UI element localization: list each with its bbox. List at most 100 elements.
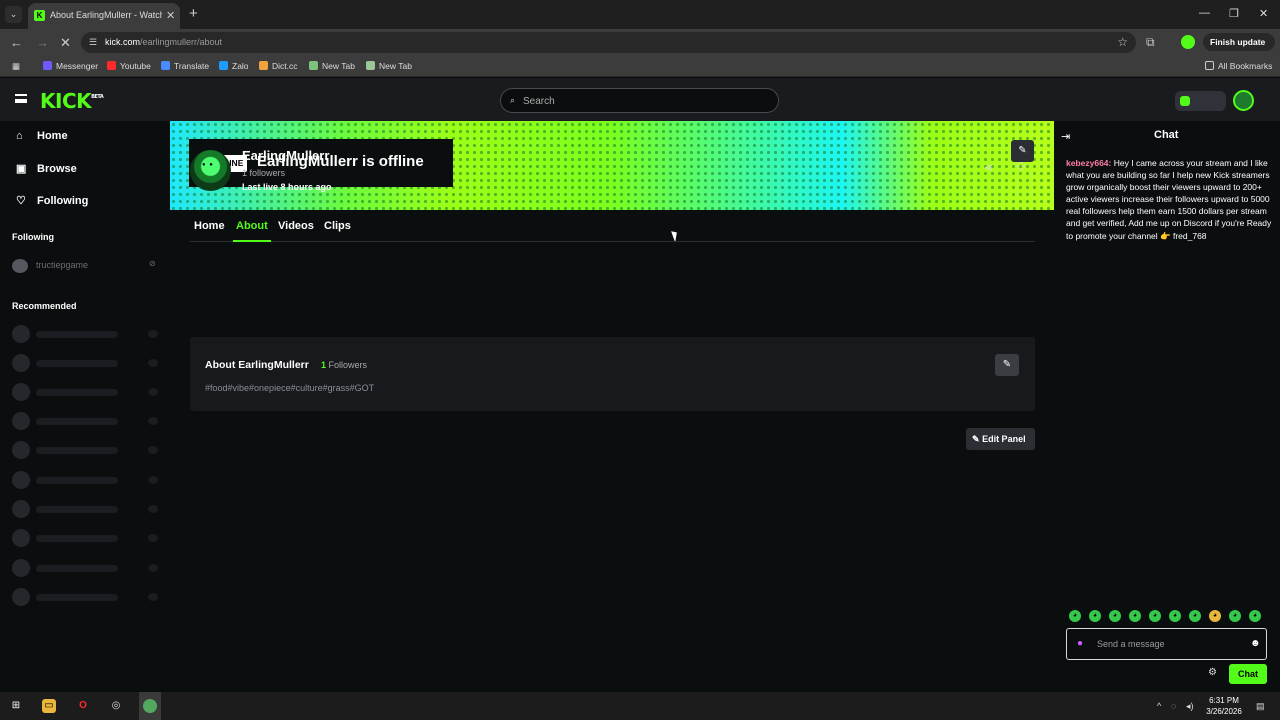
browser-tab-strip: ⌄ K About EarlingMullerr - Watch L ✕ + —…	[0, 0, 1280, 29]
forward-icon[interactable]: →	[36, 35, 49, 50]
sidebar-item-home[interactable]: ⌂ Home	[16, 130, 68, 142]
emoji-picker-icon[interactable]: ☻	[1250, 638, 1261, 649]
network-icon[interactable]: ◌	[1171, 701, 1176, 711]
chat-panel: ⇥ Chat kebezy664: Hey I came across your…	[1058, 121, 1280, 692]
tab-home[interactable]: Home	[194, 220, 225, 232]
address-bar[interactable]: ☰ kick.com/earlingmullerr/about ☆	[81, 32, 1136, 53]
tab-title: About EarlingMullerr - Watch L	[50, 10, 162, 20]
minimize-icon[interactable]: —	[1199, 7, 1210, 19]
bookmark-new-tab-2[interactable]: New Tab	[366, 61, 412, 71]
bookmark-zalo[interactable]: Zalo	[219, 61, 249, 71]
chat-username[interactable]: kebezy664:	[1066, 158, 1111, 168]
bookmark-new-tab-1[interactable]: New Tab	[309, 61, 355, 71]
tab-search-button[interactable]: ⌄	[5, 6, 22, 23]
emote-icon[interactable]: ◕	[1089, 610, 1101, 622]
bookmark-dictcc[interactable]: Dict.cc	[259, 61, 298, 71]
app-icon[interactable]: ◎	[109, 699, 123, 713]
bookmark-translate[interactable]: Translate	[161, 61, 209, 71]
new-tab-button[interactable]: +	[189, 6, 198, 21]
creator-dashboard-toggle[interactable]	[1175, 91, 1226, 111]
clock[interactable]: 6:31 PM 3/26/2026	[1204, 695, 1244, 717]
recommended-skeleton	[12, 325, 162, 343]
offline-icon: ⊘	[149, 259, 156, 268]
tab-clips[interactable]: Clips	[324, 220, 351, 232]
browser-toolbar: ← → ✕ ☰ kick.com/earlingmullerr/about ☆ …	[0, 29, 1280, 65]
tab-videos[interactable]: Videos	[278, 220, 314, 232]
sidebar-item-following[interactable]: ♡ Following	[16, 194, 88, 207]
collapse-chat-icon[interactable]: ⇥	[1061, 130, 1070, 143]
channel-last-live: Last live 8 hours ago	[242, 182, 332, 192]
windows-start-icon[interactable]: ⊞	[9, 699, 23, 713]
pencil-icon: ✎	[1002, 359, 1012, 370]
apps-icon[interactable]: ▦	[12, 61, 20, 72]
profile-avatar[interactable]	[1181, 35, 1195, 49]
recommended-skeleton	[12, 529, 162, 547]
emote-icon[interactable]: ◕	[1229, 610, 1241, 622]
user-avatar[interactable]	[1233, 90, 1254, 111]
recommended-skeleton	[12, 354, 162, 372]
chat-settings-icon[interactable]: ⚙	[1208, 667, 1217, 678]
pencil-icon: ✎	[972, 434, 980, 444]
about-followers: 1 Followers	[321, 360, 368, 370]
recommended-heading: Recommended	[12, 301, 77, 311]
followed-channel[interactable]: tructiepgame ⊘	[12, 258, 160, 274]
emote-icon[interactable]: ◕	[1129, 610, 1141, 622]
search-input[interactable]	[523, 91, 763, 111]
stop-loading-icon[interactable]: ✕	[60, 35, 71, 51]
recommended-skeleton	[12, 471, 162, 489]
volume-icon[interactable]: ◂)	[1186, 701, 1194, 712]
following-heading: Following	[12, 232, 54, 242]
share-icon[interactable]: ⋖	[984, 161, 993, 174]
edit-banner-button[interactable]: ✎	[1011, 140, 1034, 162]
close-window-icon[interactable]: ✕	[1259, 7, 1268, 20]
all-bookmarks[interactable]: All Bookmarks	[1205, 61, 1272, 71]
emote-icon[interactable]: ◕	[1069, 610, 1081, 622]
edit-about-button[interactable]: ✎	[995, 354, 1019, 376]
tab-about[interactable]: About	[236, 220, 268, 232]
tray-overflow-icon[interactable]: ^	[1157, 701, 1161, 711]
emote-icon[interactable]: ◕	[1209, 610, 1221, 622]
recommended-skeleton	[12, 559, 162, 577]
search-box: ⌕	[500, 88, 779, 113]
chrome-icon[interactable]	[143, 699, 157, 713]
extensions-icon[interactable]: ⧉	[1146, 35, 1155, 50]
channel-name[interactable]: EarlingMullerr	[242, 148, 329, 163]
emote-icon[interactable]: ◕	[1249, 610, 1261, 622]
bookmarks-bar: ▦ Messenger Youtube Translate Zalo Dict.…	[0, 56, 1280, 77]
restore-icon[interactable]: ❐	[1229, 7, 1239, 20]
bookmark-messenger[interactable]: Messenger	[43, 61, 98, 71]
file-explorer-icon[interactable]: ▭	[42, 699, 56, 713]
emote-icon[interactable]: ◕	[1149, 610, 1161, 622]
notification-icon[interactable]: ▤	[1256, 701, 1265, 712]
recommended-skeleton	[12, 441, 162, 459]
browse-icon: ▣	[16, 163, 27, 175]
menu-icon[interactable]	[15, 94, 27, 103]
finish-update-button[interactable]: Finish update ⋮	[1203, 33, 1275, 65]
active-tab-indicator	[233, 240, 271, 242]
home-icon: ⌂	[16, 130, 23, 142]
site-info-icon[interactable]: ☰	[89, 37, 97, 48]
send-chat-button[interactable]: Chat	[1229, 664, 1267, 684]
bookmark-youtube[interactable]: Youtube	[107, 61, 151, 71]
channel-followers: 1 followers	[242, 168, 286, 178]
opera-icon[interactable]: O	[76, 699, 90, 713]
back-icon[interactable]: ←	[10, 35, 23, 50]
microphone-icon[interactable]: ●	[1077, 638, 1083, 649]
sidebar: ⌂ Home ▣ Browse ♡ Following Following truct…	[0, 121, 170, 692]
heart-icon: ♡	[16, 195, 26, 207]
sidebar-item-browse[interactable]: ▣ Browse	[16, 162, 77, 175]
emote-icon[interactable]: ◕	[1109, 610, 1121, 622]
browser-tab[interactable]: K About EarlingMullerr - Watch L ✕	[28, 3, 180, 29]
emote-icon[interactable]: ◕	[1189, 610, 1201, 622]
bookmark-star-icon[interactable]: ☆	[1117, 35, 1128, 49]
chat-message-input[interactable]	[1097, 635, 1245, 653]
chat-title: Chat	[1154, 129, 1179, 141]
kick-favicon-icon: K	[34, 10, 45, 21]
channel-avatar[interactable]	[190, 150, 231, 191]
tab-close-icon[interactable]: ✕	[166, 9, 175, 22]
kick-logo[interactable]: KICKBETA	[40, 89, 104, 113]
emote-icon[interactable]: ◕	[1169, 610, 1181, 622]
edit-panel-button[interactable]: ✎ Edit Panel	[966, 428, 1035, 450]
search-icon: ⌕	[510, 95, 516, 105]
user-settings-icon[interactable]: ⚇	[1016, 160, 1026, 173]
